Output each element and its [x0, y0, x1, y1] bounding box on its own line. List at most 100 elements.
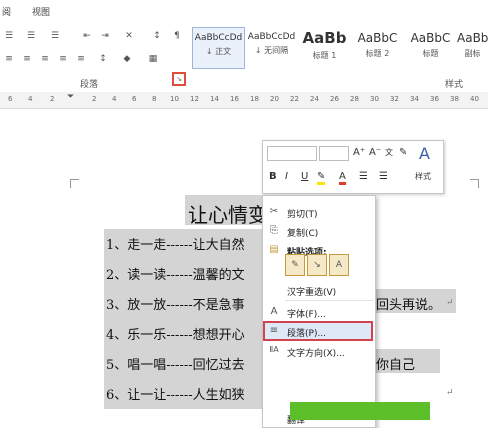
font-color-icon[interactable]: A — [339, 171, 346, 185]
style-name: ↓ 正文 — [205, 47, 232, 56]
menu-item-reconvert[interactable]: 汉字重选(V) — [263, 280, 373, 300]
numbering-icon[interactable]: ☰ — [379, 171, 388, 182]
list-item: 1、走一走------让大自然 — [106, 238, 245, 253]
shading-icon[interactable]: ◆ — [120, 53, 134, 65]
indent-marker-icon[interactable]: ⏷ — [67, 92, 74, 102]
ruler-number: 34 — [410, 95, 419, 103]
tab-review[interactable]: 阅 — [2, 5, 11, 18]
list-item: 5、唱一唱------回忆过去 — [106, 358, 245, 373]
document-title: 让心情变 — [188, 203, 268, 227]
ruler-number: 40 — [470, 95, 479, 103]
menu-item-label: 字体(F)... — [287, 310, 326, 320]
list-item: 2、读一读------温馨的文 — [106, 268, 245, 283]
bullets-icon[interactable]: ☰ — [2, 30, 16, 42]
borders-icon[interactable]: ▦ — [146, 53, 160, 65]
grow-font-icon[interactable]: A⁺ — [353, 147, 365, 158]
paragraph-icon: ≡ — [269, 325, 279, 336]
list-item: 6、让一让------人生如狭 — [106, 388, 245, 403]
ruler-number: 22 — [290, 95, 299, 103]
font-icon: A — [270, 306, 278, 317]
menu-item-text-direction[interactable]: ⅡA 文字方向(X)... — [263, 341, 373, 361]
bullets-icon[interactable]: ☰ — [359, 171, 368, 182]
ruler-number: 6 — [8, 95, 13, 103]
horizontal-ruler[interactable]: 6 4 2 ⏷ 2 4 6 8 10 12 14 16 18 20 22 24 … — [0, 92, 488, 109]
scissors-icon: ✂ — [269, 206, 279, 217]
list-item-tail: 你自己 — [376, 358, 416, 373]
style-heading-2[interactable]: AaBbC 标题 2 — [351, 27, 404, 69]
paste-keep-format-icon[interactable]: ✎ — [285, 254, 305, 276]
style-preview: AaBbCcDd — [247, 32, 296, 42]
phonetic-guide-icon[interactable]: 文 — [385, 147, 393, 158]
paste-merge-format-icon[interactable]: ↘ — [307, 254, 327, 276]
font-size-box[interactable] — [319, 146, 349, 161]
menu-item-copy[interactable]: ⎘ 复制(C) — [263, 221, 373, 241]
show-marks-icon[interactable]: ¶ — [170, 30, 184, 42]
increase-indent-icon[interactable]: ⇥ — [98, 30, 112, 42]
menu-item-paragraph[interactable]: ≡ 段落(P)... — [263, 321, 373, 341]
ruler-number: 4 — [28, 95, 33, 103]
align-left-icon[interactable]: ≡ — [2, 53, 16, 65]
style-name: 标题 — [422, 49, 439, 58]
menu-item-label: 复制(C) — [287, 229, 319, 239]
sort-icon[interactable]: ↕ — [150, 30, 164, 42]
selection-highlight — [104, 229, 264, 409]
style-normal[interactable]: AaBbCcDd ↓ 正文 — [192, 27, 245, 69]
format-painter-icon[interactable]: ✎ — [399, 147, 407, 158]
tab-view[interactable]: 视图 — [32, 5, 50, 18]
chinese-layout-icon[interactable]: ✕ — [122, 30, 136, 42]
ruler-number: 6 — [132, 95, 137, 103]
ribbon: ☰ ☰ ☰ ⇤ ⇥ ✕ ↕ ¶ ≡ ≡ ≡ ≡ ≡ ↕ ◆ ▦ 段落 样式 Aa… — [0, 20, 488, 93]
copy-icon: ⎘ — [270, 225, 278, 236]
paragraph-mark: ↵ — [446, 388, 454, 398]
margin-corner-mark — [470, 179, 479, 188]
decrease-indent-icon[interactable]: ⇤ — [80, 30, 94, 42]
align-right-icon[interactable]: ≡ — [38, 53, 52, 65]
style-name: 副标 — [464, 49, 481, 58]
style-preview: AaBbC — [457, 31, 488, 45]
list-item: 4、乐一乐------想想开心 — [106, 328, 245, 343]
paragraph-dialog-launcher[interactable]: ↘ — [172, 72, 186, 86]
ruler-number: 38 — [450, 95, 459, 103]
line-spacing-icon[interactable]: ↕ — [96, 53, 110, 65]
distributed-icon[interactable]: ≡ — [74, 53, 88, 65]
highlight-icon[interactable]: ✎ — [317, 171, 326, 185]
menu-item-font[interactable]: A 字体(F)... — [263, 302, 373, 322]
numbering-icon[interactable]: ☰ — [24, 30, 38, 42]
ruler-number: 24 — [310, 95, 319, 103]
shrink-font-icon[interactable]: A⁻ — [369, 147, 381, 158]
ruler-number: 26 — [330, 95, 339, 103]
ruler-number: 12 — [190, 95, 199, 103]
ruler-number: 18 — [250, 95, 259, 103]
ruler-number: 32 — [390, 95, 399, 103]
menu-tab-bar: 阅 视图 — [0, 0, 488, 21]
ruler-number: 2 — [50, 95, 55, 103]
justify-icon[interactable]: ≡ — [56, 53, 70, 65]
paste-text-only-icon[interactable]: A — [329, 254, 349, 276]
ruler-number: 36 — [430, 95, 439, 103]
bold-icon[interactable]: B — [269, 171, 277, 182]
context-menu: ✂ 剪切(T) ⎘ 复制(C) ▤ 粘贴选项: ✎ ↘ A 汉字重选(V) A … — [262, 195, 376, 428]
paragraph-group-label: 段落 — [80, 80, 99, 90]
mini-styles-label[interactable]: 样式 — [415, 171, 431, 182]
style-subtitle[interactable]: AaBbC 副标 — [457, 27, 488, 69]
menu-item-label: 剪切(T) — [287, 210, 318, 220]
underline-icon[interactable]: U — [301, 171, 308, 182]
style-name: ↓ 无间隔 — [254, 46, 289, 55]
ruler-number: 28 — [350, 95, 359, 103]
font-name-box[interactable] — [267, 146, 317, 161]
style-title[interactable]: AaBbC 标题 — [404, 27, 457, 69]
ruler-number: 16 — [230, 95, 239, 103]
style-heading-1[interactable]: AaBb 标题 1 — [298, 27, 351, 69]
menu-item-label: 汉字重选(V) — [287, 288, 337, 298]
italic-icon[interactable]: I — [285, 171, 288, 182]
ruler-number: 2 — [92, 95, 97, 103]
styles-icon[interactable]: A — [419, 144, 430, 163]
style-preview: AaBbC — [357, 31, 398, 45]
menu-item-cut[interactable]: ✂ 剪切(T) — [263, 202, 373, 222]
menu-item-label: 段落(P)... — [287, 329, 327, 339]
list-item: 3、放一放------不是急事 — [106, 298, 245, 313]
ruler-number: 20 — [270, 95, 279, 103]
multilevel-list-icon[interactable]: ☰ — [48, 30, 62, 42]
style-no-spacing[interactable]: AaBbCcDd ↓ 无间隔 — [245, 27, 298, 69]
align-center-icon[interactable]: ≡ — [20, 53, 34, 65]
